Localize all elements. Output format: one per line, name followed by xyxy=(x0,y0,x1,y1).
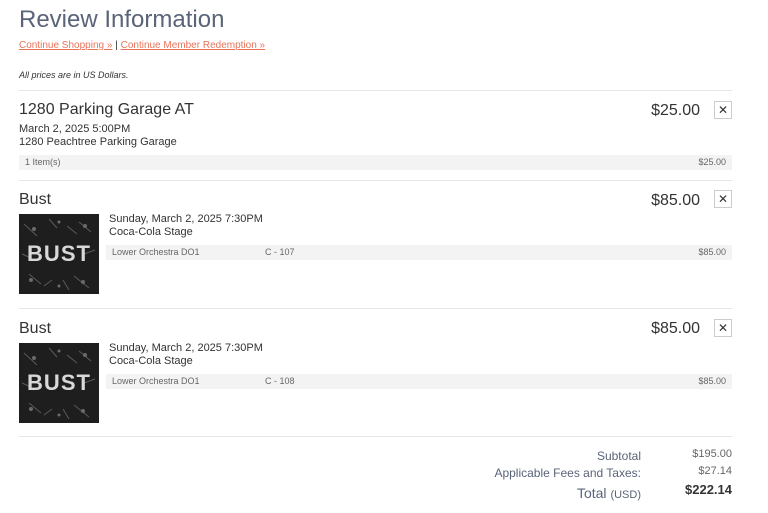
item-price: $25.00 xyxy=(651,102,700,119)
item-summary-price: $25.00 xyxy=(698,157,726,167)
subtotal-label: Subtotal xyxy=(596,449,641,463)
event-thumbnail: BUST xyxy=(19,343,99,423)
event-venue: Coca-Cola Stage xyxy=(109,226,193,238)
total-value: $222.14 xyxy=(685,482,732,497)
currency-note: All prices are in US Dollars. xyxy=(19,70,129,80)
fees-value: $27.14 xyxy=(698,465,732,477)
divider xyxy=(19,308,732,309)
seat-number: C - 107 xyxy=(265,247,295,257)
event-venue: Coca-Cola Stage xyxy=(109,355,193,367)
thumbnail-title: BUST xyxy=(27,370,91,395)
divider xyxy=(19,180,732,181)
item-name: Bust xyxy=(19,191,52,208)
item-location: 1280 Peachtree Parking Garage xyxy=(19,136,177,148)
nav-links: Continue Shopping » | Continue Member Re… xyxy=(19,40,265,51)
divider xyxy=(19,90,732,91)
remove-item-button[interactable]: ✕ xyxy=(714,101,732,119)
link-separator: | xyxy=(115,40,118,51)
total-label: Total (USD) xyxy=(577,485,641,501)
divider xyxy=(19,436,732,437)
item-name: 1280 Parking Garage AT xyxy=(19,101,194,118)
subtotal-value: $195.00 xyxy=(692,448,732,460)
seat-row: Lower Orchestra DO1 C - 107 $85.00 xyxy=(106,245,732,260)
page-title: Review Information xyxy=(19,6,225,33)
thumbnail-title: BUST xyxy=(27,241,91,266)
item-date: March 2, 2025 5:00PM xyxy=(19,123,131,135)
seat-number: C - 108 xyxy=(265,376,295,386)
total-text: Total xyxy=(576,485,607,501)
seat-price: $85.00 xyxy=(698,376,726,386)
seat-row: Lower Orchestra DO1 C - 108 $85.00 xyxy=(106,374,732,389)
continue-redemption-link[interactable]: Continue Member Redemption » xyxy=(121,40,266,51)
remove-item-button[interactable]: ✕ xyxy=(714,319,732,337)
continue-shopping-link[interactable]: Continue Shopping » xyxy=(19,40,112,51)
seat-price: $85.00 xyxy=(698,247,726,257)
seat-section: Lower Orchestra DO1 xyxy=(112,247,200,257)
item-price: $85.00 xyxy=(651,320,700,337)
item-count: 1 Item(s) xyxy=(25,157,61,167)
event-date: Sunday, March 2, 2025 7:30PM xyxy=(109,213,263,225)
total-currency: (USD) xyxy=(610,489,641,501)
remove-item-button[interactable]: ✕ xyxy=(714,190,732,208)
item-price: $85.00 xyxy=(651,192,700,209)
event-thumbnail: BUST xyxy=(19,214,99,294)
seat-section: Lower Orchestra DO1 xyxy=(112,376,200,386)
item-summary-row: 1 Item(s) $25.00 xyxy=(19,155,732,170)
event-date: Sunday, March 2, 2025 7:30PM xyxy=(109,342,263,354)
fees-label: Applicable Fees and Taxes: xyxy=(494,466,641,480)
item-name: Bust xyxy=(19,320,52,337)
